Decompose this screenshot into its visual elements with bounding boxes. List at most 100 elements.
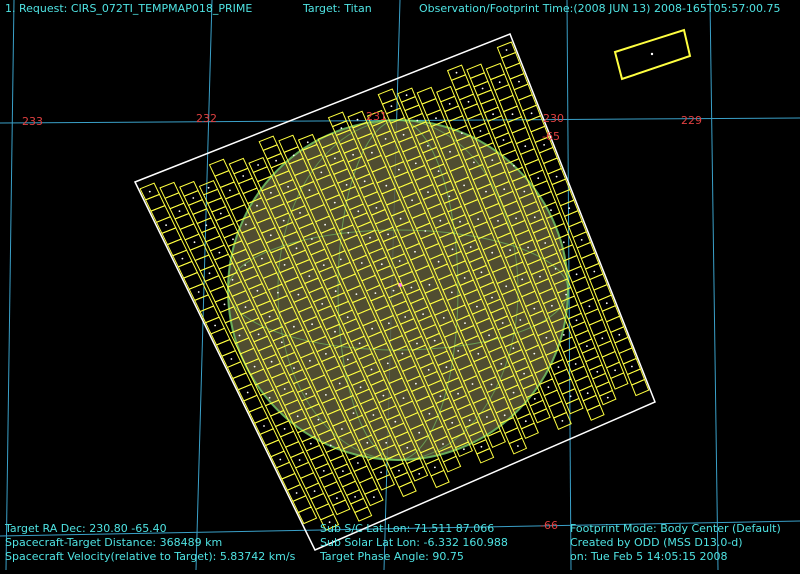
- footprint-center-dot: [311, 323, 313, 326]
- footprint-center-dot: [320, 171, 323, 174]
- footprint-center-dot: [449, 150, 451, 153]
- footprint-center-dot: [533, 352, 536, 355]
- footprint-center-dot: [334, 290, 337, 293]
- footprint-center-dot: [519, 319, 522, 321]
- footprint-center-dot: [442, 317, 445, 319]
- footprint-center-dot: [363, 180, 366, 183]
- footprint-center-dot: [205, 224, 208, 227]
- footprint-cell: [631, 378, 650, 397]
- spacecraft-target-distance: Spacecraft-Target Distance: 368489 km: [5, 536, 223, 549]
- footprint-center-dot: [230, 358, 233, 360]
- footprint-cell: [279, 430, 300, 448]
- footprint-center-dot: [480, 445, 483, 448]
- footprint-center-dot: [437, 170, 440, 173]
- footprint-center-dot: [346, 316, 349, 319]
- footprint-center-dot: [392, 289, 395, 292]
- footprint-center-dot: [375, 207, 378, 209]
- footprint-center-dot: [398, 469, 400, 472]
- footprint-center-dot: [405, 94, 408, 97]
- footprint-center-dot: [468, 419, 471, 422]
- footprint-center-dot: [547, 386, 550, 389]
- footprint-center-dot: [295, 492, 298, 494]
- footprint-center-dot: [473, 161, 475, 164]
- footprint-center-dot: [257, 333, 260, 336]
- footprint-center-dot: [208, 272, 211, 275]
- footprint-center-dot: [503, 188, 506, 191]
- spacecraft-velocity: Spacecraft Velocity(relative to Target):…: [5, 550, 296, 563]
- footprint-center-dot: [356, 118, 359, 121]
- footprint-center-dot: [263, 425, 265, 427]
- footprint-center-dot: [223, 303, 226, 306]
- footprint-center-dot: [270, 191, 272, 194]
- footprint-center-dot: [518, 80, 520, 83]
- footprint-center-dot: [181, 257, 184, 260]
- footprint-cell: [299, 472, 320, 490]
- footprint-center-dot: [463, 277, 466, 279]
- ra-label-232: 232: [196, 112, 217, 125]
- footprint-center-dot: [464, 322, 466, 324]
- footprint-center-dot: [306, 141, 309, 144]
- footprint-center-dot: [342, 470, 344, 472]
- footprint-cell: [294, 461, 315, 479]
- footprint-center-dot: [324, 223, 326, 226]
- footprint-center-dot: [565, 293, 567, 296]
- footprint-center-dot: [370, 368, 373, 371]
- footprint-center-dot: [283, 428, 286, 430]
- footprint-center-dot: [509, 249, 511, 252]
- footprint-center-dot: [554, 267, 557, 270]
- footprint-center-dot: [358, 342, 361, 345]
- footprint-center-dot: [352, 412, 355, 414]
- footprint-center-dot: [418, 473, 421, 475]
- footprint-center-dot: [555, 175, 558, 178]
- footprint-center-dot: [469, 246, 472, 248]
- footprint-center-dot: [575, 273, 578, 276]
- footprint-cell: [354, 506, 373, 522]
- footprint-cell: [214, 169, 235, 189]
- footprint-center-dot: [511, 113, 514, 116]
- footprint-cell: [398, 481, 417, 498]
- footprint-center-dot: [357, 462, 359, 464]
- footprint-center-dot: [336, 497, 338, 500]
- footprint-center-dot: [491, 159, 494, 162]
- footprint-cell: [584, 308, 604, 326]
- footprint-center-dot: [371, 151, 373, 154]
- footprint-plot-area[interactable]: 233 232 231 230 229 -65 -66 1. Request: …: [0, 0, 800, 571]
- target-ra-dec: Target RA Dec: 230.80 -65.40: [5, 522, 167, 535]
- created-on: on: Tue Feb 5 14:05:15 2008: [570, 550, 728, 563]
- footprint-center-dot: [398, 260, 401, 262]
- footprint-center-dot: [340, 127, 343, 130]
- footprint-center-dot: [345, 184, 348, 186]
- footprint-center-dot: [401, 352, 404, 355]
- footprint-center-dot: [457, 350, 460, 352]
- footprint-cell: [543, 389, 563, 408]
- footprint-center-dot: [287, 185, 289, 188]
- footprint-center-dot: [373, 496, 375, 498]
- footprint-center-dot: [277, 291, 279, 294]
- footprint-center-dot: [492, 113, 494, 116]
- footprint-center-dot: [569, 395, 572, 398]
- footprint-cell: [575, 286, 595, 305]
- footprint-center-dot: [512, 391, 515, 394]
- footprint-center-dot: [428, 283, 431, 286]
- footprint-center-dot: [398, 168, 400, 171]
- footprint-center-dot: [505, 285, 508, 288]
- footprint-center-dot: [325, 394, 327, 396]
- footprint-center-dot: [360, 262, 363, 264]
- footprint-cell: [159, 181, 180, 199]
- footprint-center-dot: [341, 428, 343, 430]
- sub-spacecraft-lat-lon: Sub S/C Lat Lon: 71.511 87.066: [320, 522, 495, 535]
- created-by: Created by ODD (MSS D13.0-d): [570, 536, 743, 549]
- footprint-cell: [605, 315, 625, 333]
- footprint-center-dot: [486, 416, 488, 418]
- footprint-center-dot: [415, 382, 417, 385]
- footprint-center-dot: [283, 264, 286, 266]
- footprint-center-dot: [214, 324, 217, 327]
- footprint-center-dot: [450, 291, 453, 294]
- footprint-center-dot: [414, 162, 417, 165]
- footprint-center-dot: [402, 133, 405, 136]
- footprint-center-dot: [385, 184, 388, 187]
- footprint-center-dot: [479, 130, 482, 132]
- footprint-center-dot: [537, 177, 540, 180]
- footprint-center-dot: [561, 420, 564, 422]
- footprint-center-dot: [459, 220, 461, 223]
